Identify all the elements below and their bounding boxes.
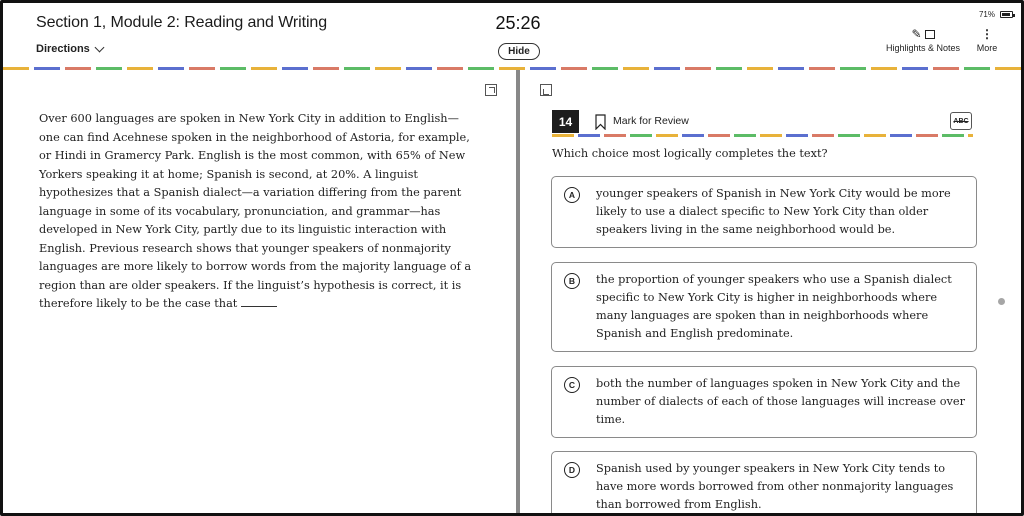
directions-label: Directions	[36, 43, 90, 55]
highlights-notes-icons: ✎	[879, 27, 967, 42]
more-label: More	[976, 43, 998, 53]
choice-letter-c: C	[564, 377, 580, 393]
hide-timer-button[interactable]: Hide	[498, 43, 540, 60]
passage-pane: Over 600 languages are spoken in New Yor…	[3, 70, 516, 513]
choice-text-b: the proportion of younger speakers who u…	[596, 273, 952, 340]
passage-text: Over 600 languages are spoken in New Yor…	[39, 110, 479, 314]
collapse-icon[interactable]	[540, 84, 552, 96]
battery-icon	[1000, 11, 1015, 18]
more-vertical-icon: ⋮	[981, 27, 993, 41]
question-header: 14 Mark for Review ABC	[552, 110, 973, 134]
answer-choice-a[interactable]: A younger speakers of Spanish in New Yor…	[551, 176, 977, 248]
note-icon	[924, 30, 935, 39]
answer-choice-d[interactable]: D Spanish used by younger speakers in Ne…	[551, 451, 977, 513]
choice-text-c: both the number of languages spoken in N…	[596, 377, 965, 426]
choice-letter-b: B	[564, 273, 580, 289]
more-button[interactable]: ⋮ More	[971, 27, 1003, 53]
abc-strikethrough-icon[interactable]: ABC	[950, 112, 972, 130]
passage-body: Over 600 languages are spoken in New Yor…	[39, 112, 472, 310]
question-divider	[552, 134, 973, 137]
battery-percent: 71%	[978, 10, 995, 19]
scroll-indicator[interactable]	[998, 298, 1005, 305]
pencil-icon: ✎	[911, 27, 922, 41]
chevron-down-icon	[94, 42, 105, 53]
question-pane: 14 Mark for Review ABC Which choice most…	[520, 70, 1021, 513]
exam-header: Section 1, Module 2: Reading and Writing…	[3, 3, 1021, 67]
choice-text-d: Spanish used by younger speakers in New …	[596, 462, 954, 511]
expand-icon[interactable]	[485, 84, 497, 96]
app-window: Section 1, Module 2: Reading and Writing…	[0, 0, 1024, 516]
highlights-notes-button[interactable]: ✎ Highlights & Notes	[879, 27, 967, 53]
passage-blank	[240, 297, 277, 307]
choice-text-a: younger speakers of Spanish in New York …	[596, 187, 951, 236]
answer-choice-b[interactable]: B the proportion of younger speakers who…	[551, 262, 977, 352]
highlights-notes-label: Highlights & Notes	[885, 43, 961, 53]
question-number: 14	[552, 110, 579, 133]
mark-for-review-label[interactable]: Mark for Review	[613, 115, 689, 127]
bookmark-icon[interactable]	[595, 114, 606, 130]
strike-label: ABC	[953, 117, 969, 125]
choice-letter-a: A	[564, 187, 580, 203]
answer-choice-c[interactable]: C both the number of languages spoken in…	[551, 366, 977, 438]
question-prompt: Which choice most logically completes th…	[552, 147, 828, 160]
directions-toggle[interactable]: Directions	[36, 42, 105, 55]
timer: 25:26	[495, 13, 541, 33]
choice-letter-d: D	[564, 462, 580, 478]
